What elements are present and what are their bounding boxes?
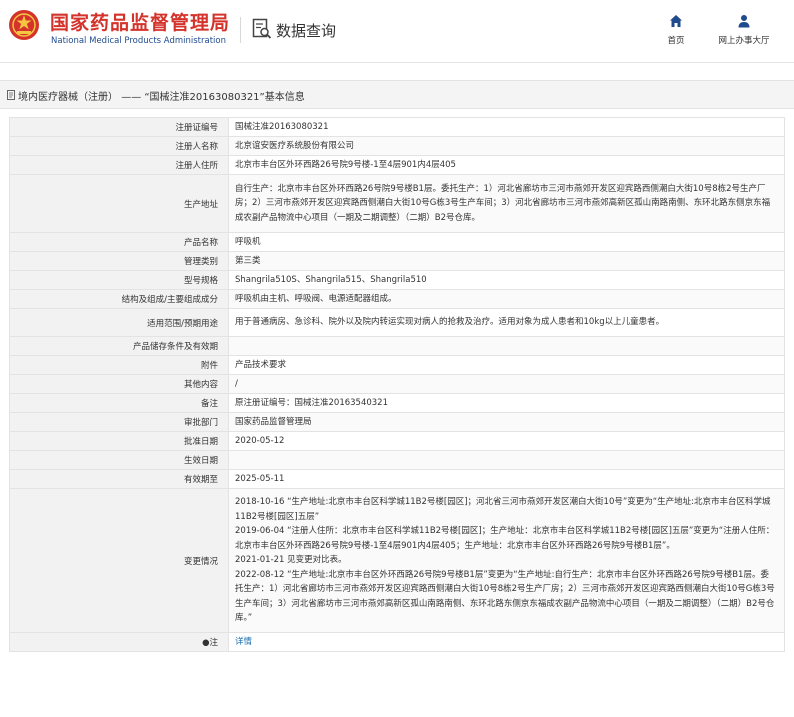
breadcrumb: 境内医疗器械（注册） —— “国械注准20163080321”基本信息 xyxy=(0,80,794,109)
user-icon xyxy=(738,15,750,28)
nav-online-service-hall-label: 网上办事大厅 xyxy=(718,36,770,46)
field-label: 注册人住所 xyxy=(9,155,229,175)
data-query-icon xyxy=(252,18,272,39)
site-header: 国家药品监督管理局 National Medical Products Admi… xyxy=(0,0,794,63)
nav-home[interactable]: 首页 xyxy=(660,14,692,46)
table-row: 注册人住所 北京市丰台区外环西路26号院9号楼-1至4层901内4层405 xyxy=(9,155,785,175)
table-row: 产品储存条件及有效期 xyxy=(9,336,785,356)
field-value: 原注册证编号：国械注准20163540321 xyxy=(228,393,785,413)
field-label: 备注 xyxy=(9,393,229,413)
table-row: 产品名称 呼吸机 xyxy=(9,232,785,252)
field-label: 变更情况 xyxy=(9,488,229,633)
field-label: 附件 xyxy=(9,355,229,375)
field-value: 第三类 xyxy=(228,251,785,271)
field-value: Shangrila510S、Shangrila515、Shangrila510 xyxy=(228,270,785,290)
field-label: 适用范围/预期用途 xyxy=(9,308,229,337)
site-subtitle: National Medical Products Administration xyxy=(51,36,226,46)
field-value: 呼吸机 xyxy=(228,232,785,252)
table-row: 管理类别 第三类 xyxy=(9,251,785,271)
nav-online-service-hall[interactable]: 网上办事大厅 xyxy=(706,14,782,46)
field-value: 2018-10-16 “生产地址:北京市丰台区科学城11B2号楼[园区]；河北省… xyxy=(228,488,785,633)
field-value: 北京谊安医疗系统股份有限公司 xyxy=(228,136,785,156)
table-row: 生效日期 xyxy=(9,450,785,470)
field-label: 注册证编号 xyxy=(9,117,229,137)
table-row: 备注 原注册证编号：国械注准20163540321 xyxy=(9,393,785,413)
table-row: 批准日期 2020-05-12 xyxy=(9,431,785,451)
device-detail-table: 注册证编号 国械注准20163080321 注册人名称 北京谊安医疗系统股份有限公司注… xyxy=(9,117,785,652)
field-label: 批准日期 xyxy=(9,431,229,451)
field-value: 北京市丰台区外环西路26号院9号楼-1至4层901内4层405 xyxy=(228,155,785,175)
field-value: 产品技术要求 xyxy=(228,355,785,375)
field-value: 2025-05-11 xyxy=(228,469,785,489)
field-label: 结构及组成/主要组成成分 xyxy=(9,289,229,309)
field-label: 注册人名称 xyxy=(9,136,229,156)
field-label: 有效期至 xyxy=(9,469,229,489)
table-row: 变更情况 2018-10-16 “生产地址:北京市丰台区科学城11B2号楼[园区]… xyxy=(9,488,785,633)
breadcrumb-section-link[interactable]: 境内医疗器械（注册） xyxy=(18,92,118,103)
field-label: 生效日期 xyxy=(9,450,229,470)
nav-home-label: 首页 xyxy=(667,36,685,46)
field-value xyxy=(228,450,785,470)
field-label: 审批部门 xyxy=(9,412,229,432)
field-label: 管理类别 xyxy=(9,251,229,271)
field-value: 2020-05-12 xyxy=(228,431,785,451)
header-divider xyxy=(240,17,241,43)
field-label: ●注 xyxy=(9,632,229,652)
field-value: 自行生产：北京市丰台区外环西路26号院9号楼B1层。委托生产：1）河北省廊坊市三… xyxy=(228,174,785,233)
field-label: 型号规格 xyxy=(9,270,229,290)
breadcrumb-title: “国械注准20163080321”基本信息 xyxy=(144,92,305,103)
table-row: 型号规格 Shangrila510S、Shangrila515、Shangrila… xyxy=(9,270,785,290)
field-value: / xyxy=(228,374,785,394)
field-value: 呼吸机由主机、呼吸阀、电源适配器组成。 xyxy=(228,289,785,309)
table-row: 其他内容 / xyxy=(9,374,785,394)
table-row: ●注 详情 xyxy=(9,632,785,652)
national-emblem-icon xyxy=(9,10,39,40)
table-row: 附件 产品技术要求 xyxy=(9,355,785,375)
breadcrumb-text: 境内医疗器械（注册） —— “国械注准20163080321”基本信息 xyxy=(18,88,305,103)
field-value: 详情 xyxy=(228,632,785,652)
table-row: 生产地址 自行生产：北京市丰台区外环西路26号院9号楼B1层。委托生产：1）河北省… xyxy=(9,174,785,233)
field-value xyxy=(228,336,785,356)
field-label: 生产地址 xyxy=(9,174,229,233)
site-title: 国家药品监督管理局 xyxy=(50,12,231,34)
table-row: 审批部门 国家药品监督管理局 xyxy=(9,412,785,432)
document-icon xyxy=(7,90,15,100)
field-value: 用于普通病房、急诊科、院外以及院内转运实现对病人的抢救及治疗。适用对象为成人患者… xyxy=(228,308,785,337)
home-icon xyxy=(670,15,682,27)
field-label: 产品名称 xyxy=(9,232,229,252)
field-value: 国家药品监督管理局 xyxy=(228,412,785,432)
field-label: 产品储存条件及有效期 xyxy=(9,336,229,356)
breadcrumb-separator: —— xyxy=(121,92,142,103)
data-query-label: 数据查询 xyxy=(276,22,337,40)
table-row: 注册人名称 北京谊安医疗系统股份有限公司 xyxy=(9,136,785,156)
details-link[interactable]: 详情 xyxy=(235,637,252,647)
field-value: 国械注准20163080321 xyxy=(228,117,785,137)
field-label: 其他内容 xyxy=(9,374,229,394)
table-row: 结构及组成/主要组成成分 呼吸机由主机、呼吸阀、电源适配器组成。 xyxy=(9,289,785,309)
table-row: 注册证编号 国械注准20163080321 xyxy=(9,117,785,137)
table-row: 适用范围/预期用途 用于普通病房、急诊科、院外以及院内转运实现对病人的抢救及治疗。… xyxy=(9,308,785,337)
table-row: 有效期至 2025-05-11 xyxy=(9,469,785,489)
